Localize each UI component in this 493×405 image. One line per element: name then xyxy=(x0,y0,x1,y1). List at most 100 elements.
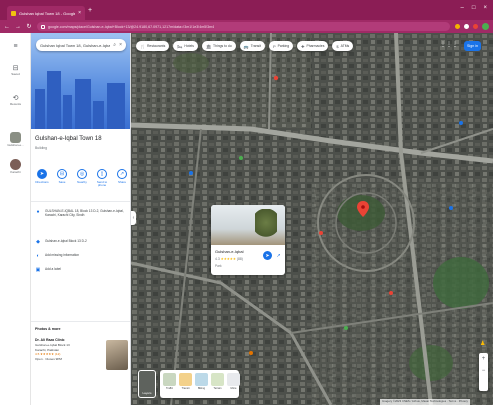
recent-place-1[interactable]: Gulshan-e... xyxy=(0,132,31,147)
preview-category: Park xyxy=(215,264,222,268)
url-input[interactable]: google.com/maps/place/Gulshan-e-Iqbal+Bl… xyxy=(37,22,450,31)
satellite-map[interactable] xyxy=(131,33,493,405)
zoom-in-button[interactable]: + xyxy=(479,353,488,365)
action-label: Share xyxy=(117,180,126,184)
maximize-button[interactable]: □ xyxy=(472,5,476,11)
nearby-button[interactable]: ◎ Nearby xyxy=(74,169,90,188)
save-button[interactable]: ⊟ Save xyxy=(54,169,70,188)
directions-button[interactable]: ➤ Directions xyxy=(34,169,50,188)
action-label: Nearby xyxy=(77,180,87,184)
layer-option-more[interactable]: More xyxy=(227,373,240,395)
bike-icon xyxy=(195,373,208,386)
close-icon[interactable]: × xyxy=(119,42,122,48)
forward-button[interactable]: → xyxy=(15,24,21,30)
atm-icon: $ xyxy=(336,43,339,49)
extension-icon[interactable] xyxy=(473,24,478,29)
collapse-panel-button[interactable]: ‹ xyxy=(131,211,136,225)
layer-option-terrain[interactable]: Terrain xyxy=(211,373,224,395)
extension-icon[interactable] xyxy=(455,24,460,29)
chip-label: Restaurants xyxy=(146,44,166,48)
label-icon: ▣ xyxy=(35,267,41,273)
url-text: google.com/maps/place/Gulshan-e-Iqbal+Bl… xyxy=(48,24,215,29)
rail-item-saved[interactable]: ⊟ Saved xyxy=(0,64,31,76)
divider xyxy=(31,201,130,202)
layer-label: Traffic xyxy=(165,387,174,390)
map-copyright: Imagery ©2023 CNES / Airbus, Maxar Techn… xyxy=(380,399,470,405)
share-button[interactable]: ↗ Share xyxy=(114,169,130,188)
action-label: Save xyxy=(58,180,66,184)
share-icon[interactable]: ↗ xyxy=(274,251,283,260)
browser-tab[interactable]: Gulshan Iqbal Town 18 - Google × xyxy=(7,6,85,20)
chip-hotels[interactable]: 🛏 Hotels xyxy=(173,41,198,51)
add-info-row[interactable]: ◐ Add missing information xyxy=(35,253,128,259)
place-category: Building xyxy=(35,146,48,150)
send-to-phone-button[interactable]: ▯ Send to phone xyxy=(94,169,110,188)
back-button[interactable]: ← xyxy=(4,24,10,30)
search-input[interactable]: Gulshan Iqbal Town 18, Gulshan-e-Iqbal, … xyxy=(36,39,126,51)
chip-parking[interactable]: P Parking xyxy=(268,41,294,51)
place-panel: Gulshan Iqbal Town 18, Gulshan-e-Iqbal, … xyxy=(31,33,131,405)
chip-restaurants[interactable]: 🍴 Restaurants xyxy=(136,41,170,51)
tree-image xyxy=(255,209,277,243)
recent-thumbnail xyxy=(10,159,21,170)
search-query: Gulshan Iqbal Town 18, Gulshan-e-Iqbal, … xyxy=(40,42,111,48)
tab-close-icon[interactable]: × xyxy=(78,10,81,16)
layer-option-traffic[interactable]: Traffic xyxy=(163,373,176,395)
minimize-button[interactable]: – xyxy=(461,5,464,11)
add-label-text: Add a label xyxy=(45,267,61,271)
chip-label: Pharmacies xyxy=(306,44,325,48)
hotel-icon: 🛏 xyxy=(177,43,183,49)
extension-icon[interactable] xyxy=(464,24,469,29)
rail-item-recents[interactable]: ⟲ Recents xyxy=(0,94,31,106)
pegman-icon[interactable]: ♟ xyxy=(480,340,487,350)
chip-pharmacies[interactable]: ✚ Pharmacies xyxy=(297,41,329,51)
browser-tabstrip: Gulshan Iqbal Town 18 - Google × + – □ × xyxy=(0,0,493,20)
layer-option-transit[interactable]: Transit xyxy=(179,373,192,395)
address-bar: ← → ↻ google.com/maps/place/Gulshan-e-Iq… xyxy=(0,20,493,33)
map-imagery xyxy=(131,33,493,405)
add-label-row[interactable]: ▣ Add a label xyxy=(35,267,128,273)
chip-atms[interactable]: $ ATMs xyxy=(332,41,354,51)
chip-things-to-do[interactable]: 🏛 Things to do xyxy=(201,41,236,51)
recent-place-2[interactable]: Karachi xyxy=(0,159,31,174)
bookmark-icon: ⊟ xyxy=(12,65,19,72)
rating-value: 4.3 xyxy=(215,257,220,261)
listing-hours: Open · Closes 9PM xyxy=(35,356,62,361)
window-controls: – □ × xyxy=(461,5,487,11)
extension-icons xyxy=(455,23,489,30)
rail-label: Karachi xyxy=(10,170,21,174)
hamburger-icon: ≡ xyxy=(13,43,18,50)
sign-in-button[interactable]: Sign in xyxy=(464,41,481,51)
place-preview-card[interactable]: Gulshan-e-Iqbal 4.3 ★★★★★ (88) Park ➤ ↗ xyxy=(211,205,285,275)
close-window-button[interactable]: × xyxy=(483,5,487,11)
place-title: Gulshan-e-Iqbal Town 18 xyxy=(35,136,102,142)
profile-avatar[interactable] xyxy=(482,23,489,30)
layer-option-biking[interactable]: Biking xyxy=(195,373,208,395)
traffic-icon xyxy=(163,373,176,386)
layers-toggle[interactable]: Layers xyxy=(138,370,156,398)
chip-label: Things to do xyxy=(213,44,232,48)
search-icon[interactable]: ⌕ xyxy=(113,42,116,48)
chip-label: Parking xyxy=(277,44,290,48)
address-text: GULSHAN-E-IQBAL 18, Block 13 D-2, Gulsha… xyxy=(45,209,124,218)
layer-label: More xyxy=(230,387,237,390)
tab-title: Gulshan Iqbal Town 18 - Google xyxy=(19,10,76,16)
place-photo xyxy=(211,205,285,245)
phone-icon: ▯ xyxy=(97,169,107,179)
category-chips: 🍴 Restaurants 🛏 Hotels 🏛 Things to do 🚌 Tran… xyxy=(136,41,354,51)
layer-options: Traffic Transit Biking Terrain More xyxy=(160,370,240,398)
zoom-out-button[interactable]: − xyxy=(479,365,488,377)
chip-label: Hotels xyxy=(184,44,194,48)
review-count: (88) xyxy=(236,257,243,261)
divider xyxy=(31,321,130,322)
nearby-listing[interactable]: Dr. Ali Raza Clinic Gulshan-e-Iqbal Bloc… xyxy=(35,338,128,398)
directions-icon[interactable]: ➤ xyxy=(263,251,272,260)
menu-button[interactable]: ≡ xyxy=(0,43,31,50)
google-apps-icon[interactable]: ⋮⋮⋮ xyxy=(440,41,458,49)
new-tab-button[interactable]: + xyxy=(88,7,92,14)
address-row[interactable]: ● GULSHAN-E-IQBAL 18, Block 13 D-2, Guls… xyxy=(35,209,128,218)
chip-transit[interactable]: 🚌 Transit xyxy=(239,41,265,51)
reload-button[interactable]: ↻ xyxy=(26,23,32,30)
plus-code-row[interactable]: ◆ Gulshan-e-Iqbal Block 13 D-2 xyxy=(35,239,128,245)
preview-title: Gulshan-e-Iqbal xyxy=(215,249,244,254)
